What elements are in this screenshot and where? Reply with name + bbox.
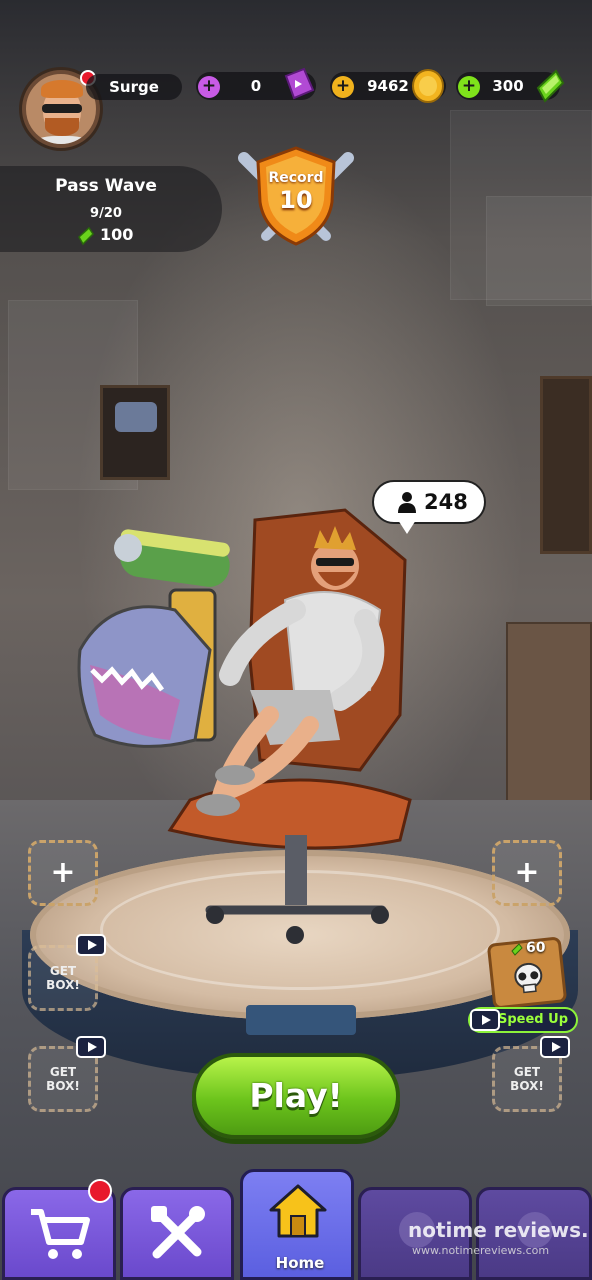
user-icon <box>398 492 416 513</box>
nav-home[interactable]: Home <box>240 1169 354 1280</box>
get-box-label: GET BOX! <box>46 1065 80 1093</box>
shop-notification-dot <box>88 1179 112 1203</box>
avatar-beard <box>45 118 79 136</box>
ticket-icon <box>284 67 315 100</box>
watch-ad-icon <box>470 1009 500 1031</box>
watch-ad-icon <box>76 1036 106 1058</box>
tools-icon <box>151 1206 205 1259</box>
gem-icon <box>536 69 565 103</box>
gem-icon <box>511 943 523 956</box>
player-character <box>77 508 412 944</box>
avatar-hair <box>41 80 83 98</box>
watermark-url: www.notimereviews.com <box>412 1244 550 1257</box>
record-badge: Record 10 <box>236 140 356 250</box>
watermark-text: notime reviews. <box>408 1218 589 1242</box>
speed-up-label: Speed Up <box>498 1012 568 1027</box>
shark-weapon <box>77 529 230 748</box>
watch-ad-icon <box>76 934 106 956</box>
wall-frame-right <box>540 376 592 554</box>
plus-icon: + <box>514 855 540 890</box>
platform-slot <box>246 1005 356 1035</box>
add-coin-button[interactable]: + <box>332 76 354 98</box>
watch-ad-icon <box>540 1036 570 1058</box>
get-box-label: GET BOX! <box>510 1065 544 1093</box>
play-button[interactable]: Play! <box>192 1053 400 1139</box>
wall-frame <box>100 385 170 480</box>
record-value: 10 <box>279 186 313 214</box>
skull-icon <box>514 962 543 994</box>
avatar-glasses <box>42 104 82 113</box>
cabinet <box>506 622 592 818</box>
pass-wave-reward: 100 <box>100 225 134 244</box>
crate-cost: 60 <box>526 940 546 956</box>
player-name: Surge <box>86 74 182 100</box>
gem-icon <box>78 226 94 246</box>
viewer-count-bubble: 248 <box>372 480 486 524</box>
bubble-tail <box>398 520 416 534</box>
pass-wave-panel[interactable]: Pass Wave 9/20 100 <box>0 166 222 252</box>
add-slot-right[interactable]: + <box>492 840 562 906</box>
plus-icon: + <box>50 855 76 890</box>
coin-value: 9462 <box>367 77 409 95</box>
viewer-count: 248 <box>424 490 468 514</box>
get-box-label: GET BOX! <box>46 964 80 992</box>
nav-home-label: Home <box>275 1254 325 1272</box>
wall-sign <box>486 196 592 306</box>
add-ticket-button[interactable]: + <box>198 76 220 98</box>
pass-wave-title: Pass Wave <box>55 176 157 196</box>
ticket-value: 0 <box>250 77 262 95</box>
gem-value: 300 <box>492 77 524 95</box>
pass-wave-progress: 9/20 <box>90 206 122 221</box>
add-slot-left[interactable]: + <box>28 840 98 906</box>
add-gem-button[interactable]: + <box>458 76 480 98</box>
coin-icon <box>412 69 444 103</box>
video-frame-icon <box>115 402 157 432</box>
home-icon <box>269 1184 327 1238</box>
cart-icon <box>31 1209 90 1259</box>
nav-upgrades[interactable] <box>120 1187 234 1280</box>
record-label: Record <box>268 170 324 186</box>
